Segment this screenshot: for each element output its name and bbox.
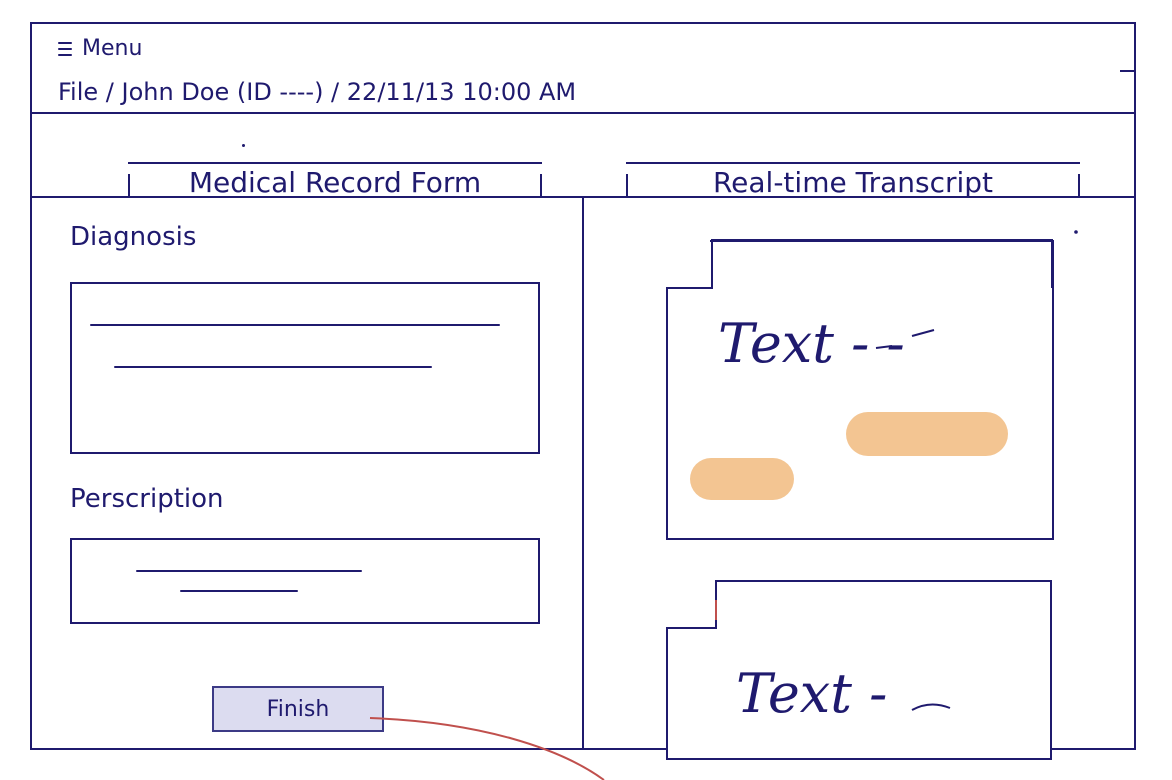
text-placeholder-line — [180, 590, 298, 592]
transcript-card: Text - - — [664, 238, 1054, 540]
column-divider — [582, 198, 584, 750]
hamburger-icon — [58, 41, 72, 56]
window-edge-mark — [1120, 70, 1134, 72]
cropped-header-fragment — [0, 0, 130, 14]
text-placeholder-line — [90, 324, 500, 326]
finish-button[interactable]: Finish — [212, 686, 384, 732]
prescription-label: Perscription — [70, 484, 224, 514]
menu-button[interactable]: Menu — [58, 36, 142, 61]
text-placeholder-line — [114, 366, 432, 368]
highlight-marker — [690, 458, 794, 500]
stray-dot — [242, 144, 245, 147]
real-time-transcript-title: Real-time Transcript — [626, 162, 1080, 200]
column-header-row: Medical Record Form Real-time Transcript — [30, 114, 1136, 200]
header-bar: Menu File / John Doe (ID ----) / 22/11/1… — [30, 22, 1136, 114]
breadcrumb: File / John Doe (ID ----) / 22/11/13 10:… — [58, 78, 577, 106]
medical-record-form-title: Medical Record Form — [128, 162, 542, 200]
highlight-marker — [846, 412, 1008, 456]
diagnosis-input[interactable] — [70, 282, 540, 454]
transcript-text: Text - - — [718, 312, 905, 375]
diagnosis-label: Diagnosis — [70, 222, 197, 252]
transcript-card: Text - — [664, 578, 1052, 760]
menu-label: Menu — [82, 36, 143, 61]
transcript-text: Text - — [736, 662, 888, 725]
prescription-input[interactable] — [70, 538, 540, 624]
text-placeholder-line — [136, 570, 362, 572]
